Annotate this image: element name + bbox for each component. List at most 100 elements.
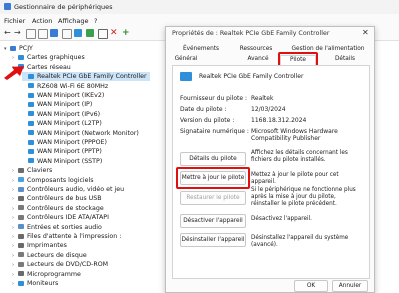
prop-label-version: Version du pilote : <box>180 117 235 124</box>
tree-row[interactable]: › Composants logiciels <box>12 176 94 185</box>
tree-row[interactable]: › Contrôleurs audio, vidéo et jeu <box>12 185 124 194</box>
tree-row-selected[interactable]: Realtek PCIe GbE Family Controller <box>22 72 150 82</box>
driver-tab-panel: Realtek PCIe GbE Family Controller Fourn… <box>172 65 370 279</box>
rollback-driver-desc: Si le périphérique ne fonctionne plus ap… <box>251 187 356 207</box>
disk-icon <box>18 252 24 258</box>
tree-row[interactable]: › Contrôleurs de stockage <box>12 204 104 213</box>
menu-fichier[interactable]: Fichier <box>4 17 25 25</box>
menu-affichage[interactable]: Affichage <box>58 17 89 25</box>
tree-row[interactable]: › Contrôleurs IDE ATA/ATAPI <box>12 213 109 222</box>
network-adapter-icon <box>28 139 34 145</box>
scan-hardware-icon[interactable] <box>74 29 82 37</box>
tree-row[interactable]: › Imprimantes <box>12 241 67 250</box>
tab-general[interactable]: Général <box>172 55 200 64</box>
menu-help[interactable]: ? <box>94 17 97 25</box>
tree-row-label: WAN Miniport (IKEv2) <box>37 92 105 99</box>
tab-details[interactable]: Détails <box>330 55 360 64</box>
update-driver-icon[interactable] <box>86 29 94 37</box>
print-queue-icon <box>18 233 24 239</box>
network-adapter-icon <box>28 120 34 126</box>
tree-row[interactable]: WAN Miniport (SSTP) <box>22 157 102 166</box>
tree-view-icon[interactable] <box>26 29 36 39</box>
speaker-icon <box>18 224 24 230</box>
tree-row[interactable]: WAN Miniport (IPv6) <box>22 110 100 119</box>
tree-row-label: Cartes réseau <box>27 63 71 71</box>
tree-row[interactable]: › Lecteurs de disque <box>12 251 87 260</box>
network-adapter-icon <box>28 130 34 136</box>
update-driver-highlight <box>176 167 250 189</box>
tree-row-label: WAN Miniport (Network Monitor) <box>37 129 139 137</box>
tree-row[interactable]: ▾ PCJY <box>4 44 33 53</box>
prop-value-provider: Realtek <box>251 95 274 102</box>
prop-value-date: 12/03/2024 <box>251 106 286 113</box>
tree-row[interactable]: › Cartes graphiques <box>12 53 85 62</box>
tree-row-label: Microprogramme <box>27 270 81 278</box>
tree-row-label: Lecteurs de disque <box>27 251 87 259</box>
close-icon[interactable]: ✕ <box>362 28 369 37</box>
tree-row[interactable]: › Microprogramme <box>12 270 81 279</box>
uninstall-icon[interactable]: ✕ <box>110 29 118 38</box>
dvd-icon <box>18 261 24 267</box>
help-icon[interactable] <box>50 29 58 37</box>
tree-row-label: Files d'attente à l'impression : <box>27 233 122 240</box>
tree-row[interactable]: RZ608 Wi-Fi 6E 80MHz <box>22 82 108 91</box>
tree-row[interactable]: › Contrôleurs de bus USB <box>12 194 102 203</box>
cancel-button[interactable]: Annuler <box>332 280 368 292</box>
tree-row[interactable]: › Files d'attente à l'impression : <box>12 232 121 241</box>
tree-row-label: Imprimantes <box>27 242 67 250</box>
rollback-driver-button[interactable]: Restaurer le pilote <box>180 191 246 205</box>
tree-row-label: WAN Miniport (PPPOE) <box>37 139 107 146</box>
uninstall-device-button[interactable]: Désinstaller l'appareil <box>180 233 246 247</box>
network-adapter-icon <box>28 158 34 164</box>
tab-ressources[interactable]: Ressources <box>228 45 284 54</box>
tree-row-label: Entrées et sorties audio <box>27 223 102 231</box>
tab-evenements[interactable]: Événements <box>172 45 230 54</box>
tree-row-label: Claviers <box>27 167 53 175</box>
prop-value-version: 1168.18.312.2024 <box>251 117 307 124</box>
tree-row[interactable]: › Moniteurs <box>12 279 58 288</box>
tree-row[interactable]: › Entrées et sorties audio <box>12 223 102 232</box>
window-title-bar: Gestionnaire de périphériques <box>0 0 399 14</box>
monitor-icon <box>18 280 24 286</box>
tree-row-label: Composants logiciels <box>27 176 94 184</box>
tree-row-label: Cartes graphiques <box>27 54 85 62</box>
menu-action[interactable]: Action <box>32 17 52 25</box>
tree-row[interactable]: WAN Miniport (IP) <box>22 100 92 109</box>
tree-row[interactable]: WAN Miniport (L2TP) <box>22 119 102 128</box>
tree-row-label: WAN Miniport (PPTP) <box>37 148 102 156</box>
disable-device-button[interactable]: Désactiver l'appareil <box>180 214 246 228</box>
device-name: Realtek PCIe GbE Family Controller <box>199 73 304 80</box>
menu-bar: Fichier Action Affichage ? <box>0 14 399 26</box>
network-adapter-icon <box>28 101 34 107</box>
display-adapter-icon <box>18 54 24 60</box>
disable-device-icon[interactable] <box>98 29 108 39</box>
forward-icon[interactable]: → <box>14 29 22 37</box>
network-adapter-icon <box>28 83 34 89</box>
tree-row[interactable]: WAN Miniport (Network Monitor) <box>22 129 139 138</box>
software-component-icon <box>18 177 24 183</box>
annotation-arrow-icon <box>4 66 24 80</box>
driver-details-button[interactable]: Détails du pilote <box>180 152 246 166</box>
tree-row-label: WAN Miniport (L2TP) <box>37 120 102 128</box>
window-title: Gestionnaire de périphériques <box>14 3 113 11</box>
tree-row[interactable]: › Claviers <box>12 166 52 175</box>
prop-label-date: Date du pilote : <box>180 106 227 113</box>
tree-row[interactable]: WAN Miniport (PPTP) <box>22 147 102 156</box>
add-legacy-icon[interactable]: + <box>122 29 130 38</box>
tree-row-label: Contrôleurs de bus USB <box>27 195 102 203</box>
tree-row[interactable]: › Lecteurs de DVD/CD-ROM <box>12 260 108 269</box>
keyboard-icon <box>18 167 24 173</box>
network-adapter-icon <box>28 148 34 154</box>
tree-row-label: Realtek PCIe GbE Family Controller <box>37 73 147 81</box>
list-view-icon[interactable] <box>62 29 72 39</box>
firmware-icon <box>18 271 24 277</box>
tree-row-label: WAN Miniport (IP) <box>37 101 93 109</box>
tree-row[interactable]: WAN Miniport (PPPOE) <box>22 138 107 147</box>
tab-avance[interactable]: Avancé <box>238 55 278 64</box>
properties-icon[interactable] <box>38 29 48 39</box>
ok-button[interactable]: OK <box>294 280 328 292</box>
ide-icon <box>18 214 24 220</box>
tree-row-label: Contrôleurs audio, vidéo et jeu <box>27 186 125 193</box>
tree-row[interactable]: WAN Miniport (IKEv2) <box>22 91 104 100</box>
back-icon[interactable]: ← <box>4 29 12 37</box>
